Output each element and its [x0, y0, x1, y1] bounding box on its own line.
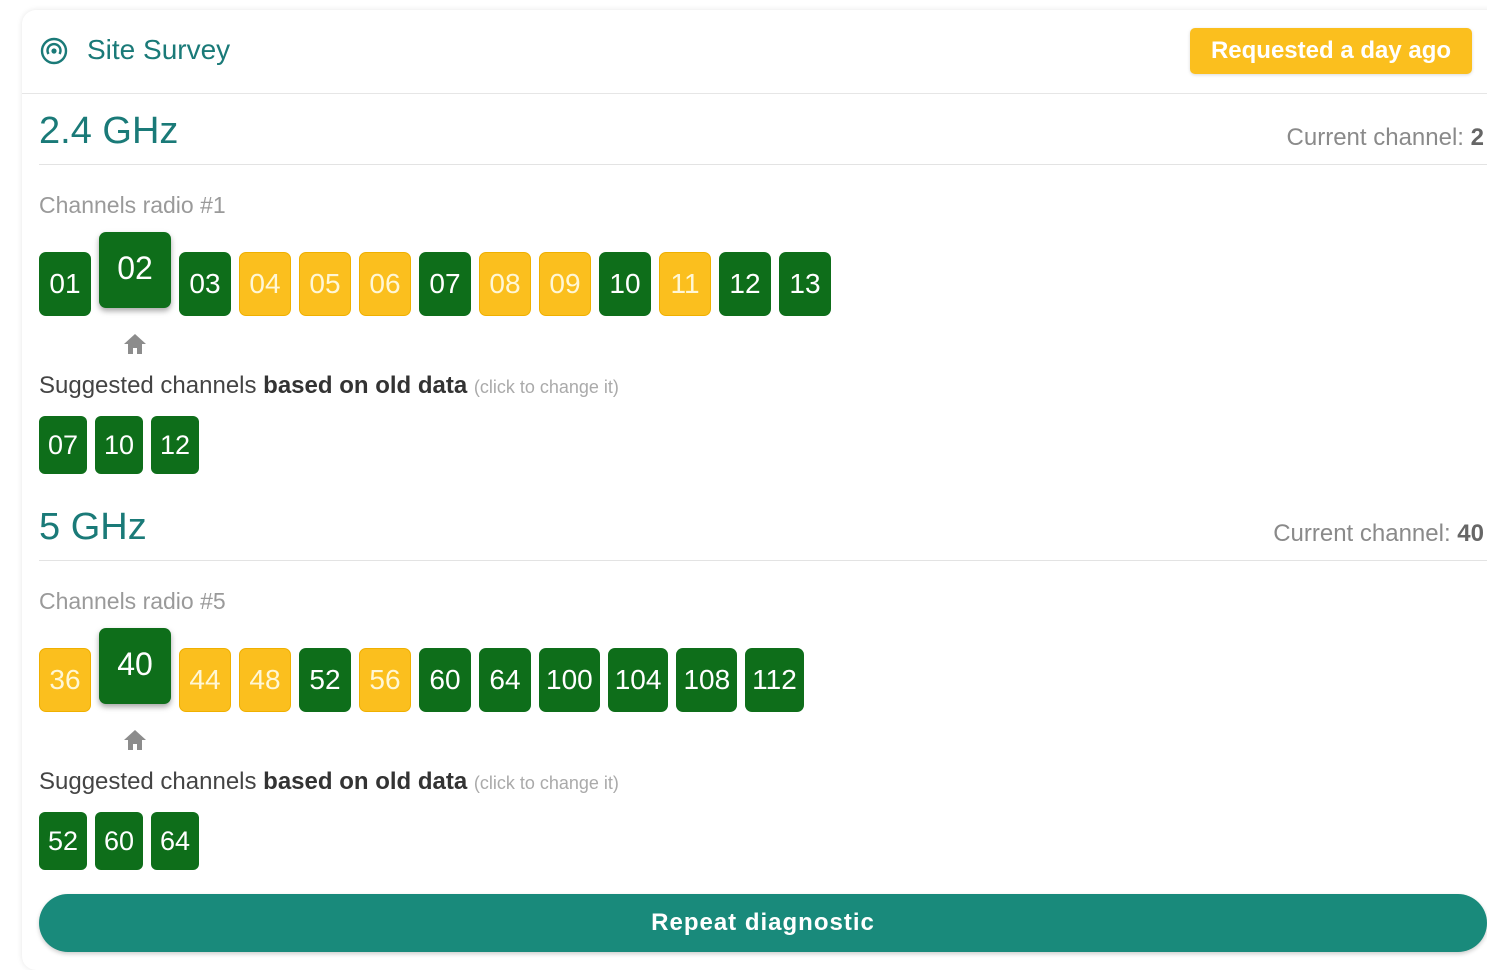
current-channel-label: Current channel: [1286, 124, 1464, 151]
channel-chip[interactable]: 10 [599, 252, 651, 316]
suggested-channel-chip[interactable]: 64 [151, 812, 199, 870]
suggested-channel-chip[interactable]: 52 [39, 812, 87, 870]
channel-chip-label: 52 [309, 664, 341, 695]
band-5ghz: 5 GHz Current channel: 40 Channels radio… [22, 506, 1487, 886]
band-divider [39, 164, 1487, 165]
channel-chip-label: 09 [549, 268, 581, 299]
channel-row: 01 02 03 04 05 06 07 08 09 10 11 12 13 [39, 232, 839, 354]
channel-chip[interactable]: 52 [299, 648, 351, 712]
channel-chip[interactable]: 100 [539, 648, 600, 712]
suggested-channel-chip[interactable]: 10 [95, 416, 143, 474]
suggested-row: 52 60 64 [39, 812, 207, 870]
channel-chip-label: 03 [189, 268, 221, 299]
channel-row: 36 40 44 48 52 56 60 64 100 104 108 112 [39, 628, 812, 750]
card-header: Site Survey Requested a day ago [22, 10, 1487, 94]
suggested-channel-chip[interactable]: 07 [39, 416, 87, 474]
suggested-label-bold: based on old data [263, 372, 468, 399]
home-icon [124, 730, 146, 750]
channel-chip[interactable]: 44 [179, 648, 231, 712]
suggested-label: Suggested channels based on old data (cl… [39, 768, 619, 796]
current-channel-chip[interactable]: 40 [99, 628, 171, 750]
channel-chip[interactable]: 05 [299, 252, 351, 316]
suggested-row: 07 10 12 [39, 416, 207, 474]
channel-chip[interactable]: 13 [779, 252, 831, 316]
channel-chip[interactable]: 12 [719, 252, 771, 316]
suggested-label-plain: Suggested channels [39, 768, 264, 795]
channel-chip-label: 13 [789, 268, 821, 299]
channel-chip[interactable]: 48 [239, 648, 291, 712]
suggested-hint: (click to change it) [473, 377, 619, 397]
channel-chip-label: 06 [369, 268, 401, 299]
current-channel-value: 2 [1470, 124, 1484, 151]
channel-chip-label: 07 [429, 268, 461, 299]
current-channel: Current channel: 40 [1273, 520, 1484, 548]
channel-chip[interactable]: 56 [359, 648, 411, 712]
channel-chip[interactable]: 60 [419, 648, 471, 712]
home-icon [124, 334, 146, 354]
band-title: 5 GHz [39, 506, 147, 548]
channel-chip-label: 104 [614, 664, 662, 695]
channel-chip-label: 12 [729, 268, 761, 299]
channel-chip-label: 56 [369, 664, 401, 695]
suggested-channel-chip[interactable]: 12 [151, 416, 199, 474]
channel-chip[interactable]: 03 [179, 252, 231, 316]
site-survey-card: Site Survey Requested a day ago 2.4 GHz … [22, 10, 1487, 970]
current-channel: Current channel: 2 [1287, 124, 1484, 152]
channel-chip-label: 01 [49, 268, 81, 299]
channel-chip[interactable]: 08 [479, 252, 531, 316]
channel-chip[interactable]: 01 [39, 252, 91, 316]
channel-chip-label: 60 [429, 664, 461, 695]
current-channel-chip[interactable]: 02 [99, 232, 171, 354]
suggested-label-plain: Suggested channels [39, 372, 264, 399]
channel-chip[interactable]: 104 [607, 648, 669, 712]
current-channel-value: 40 [1457, 520, 1484, 547]
channel-chip[interactable]: 108 [676, 648, 738, 712]
channel-chip[interactable]: 112 [745, 648, 804, 712]
band-title: 2.4 GHz [39, 110, 179, 152]
channel-chip-label: 64 [489, 664, 521, 695]
band-24ghz: 2.4 GHz Current channel: 2 Channels radi… [22, 110, 1487, 490]
suggested-channel-chip[interactable]: 60 [95, 812, 143, 870]
channel-chip[interactable]: 64 [479, 648, 531, 712]
channel-chip-label: 05 [309, 268, 341, 299]
requested-badge: Requested a day ago [1190, 28, 1472, 74]
channel-chip-label: 04 [249, 268, 281, 299]
channel-chip-label: 11 [670, 268, 700, 299]
band-divider [39, 560, 1487, 561]
channel-chip-label: 10 [609, 268, 641, 299]
signal-icon [40, 37, 68, 65]
card-title: Site Survey [87, 34, 231, 65]
channel-chip[interactable]: 11 [659, 252, 711, 316]
current-channel-label: Current channel: [1273, 520, 1451, 547]
radio-label: Channels radio #1 [39, 192, 226, 218]
channel-chip-label: 36 [49, 664, 81, 695]
channel-chip-label: 108 [683, 664, 731, 695]
suggested-hint: (click to change it) [473, 773, 619, 793]
channel-chip-label: 40 [117, 646, 153, 682]
repeat-diagnostic-button[interactable]: Repeat diagnostic [39, 894, 1487, 952]
channel-chip-label: 100 [546, 664, 593, 695]
channel-chip[interactable]: 06 [359, 252, 411, 316]
channel-chip[interactable]: 04 [239, 252, 291, 316]
channel-chip-label: 08 [489, 268, 521, 299]
suggested-label: Suggested channels based on old data (cl… [39, 372, 619, 400]
channel-chip[interactable]: 07 [419, 252, 471, 316]
channel-chip[interactable]: 36 [39, 648, 91, 712]
channel-chip-label: 112 [752, 664, 797, 695]
channel-chip-label: 44 [189, 664, 221, 695]
channel-chip-label: 02 [117, 250, 153, 286]
channel-chip[interactable]: 09 [539, 252, 591, 316]
suggested-label-bold: based on old data [263, 768, 468, 795]
channel-chip-label: 48 [249, 664, 281, 695]
radio-label: Channels radio #5 [39, 588, 226, 614]
